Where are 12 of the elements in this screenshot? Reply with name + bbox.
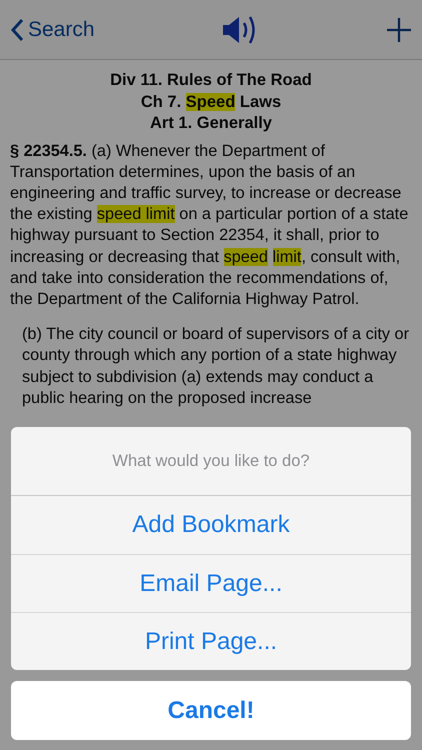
add-icon[interactable] [386, 16, 412, 42]
action-button[interactable]: Add Bookmark [11, 496, 411, 554]
heading-line: Div 11. Rules of The Road [109, 70, 313, 91]
sheet-title: What would you like to do? [11, 427, 411, 496]
back-button[interactable]: Search [10, 18, 95, 42]
heading-line: Art 1. Generally [149, 113, 273, 134]
back-chevron-icon[interactable] [10, 18, 24, 42]
law-paragraph: (b) The city council or board of supervisors of a city or county through which any portion of a state highway subject to subdivision (a) extends may conduct a public hearing on the proposed increase [21, 324, 410, 409]
action-button[interactable]: Print Page... [11, 612, 411, 670]
cancel-button[interactable]: Cancel! [11, 681, 411, 740]
heading-line: Ch 7. Speed Laws [140, 92, 282, 112]
action-button[interactable]: Email Page... [11, 554, 411, 612]
